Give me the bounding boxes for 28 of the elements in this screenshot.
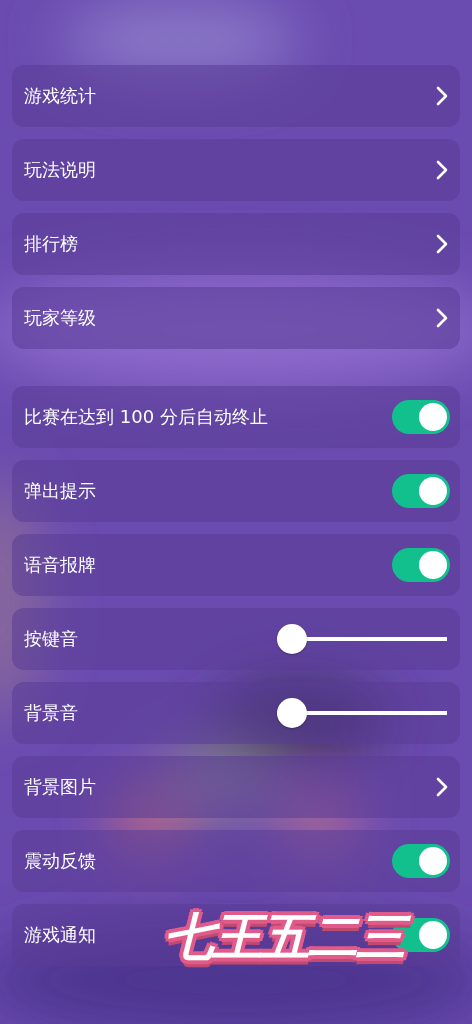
row-label: 玩家等级 <box>24 306 96 330</box>
settings-row[interactable]: 背景图片 <box>12 756 460 818</box>
chevron-right-icon[interactable] <box>436 777 448 797</box>
settings-row[interactable]: 玩家等级 <box>12 287 460 349</box>
toggle-switch[interactable] <box>392 400 450 434</box>
settings-row[interactable]: 排行榜 <box>12 213 460 275</box>
toggle-switch[interactable] <box>392 474 450 508</box>
row-label: 游戏统计 <box>24 84 96 108</box>
row-label: 震动反馈 <box>24 849 96 873</box>
row-label: 语音报牌 <box>24 553 96 577</box>
row-label: 按键音 <box>24 627 78 651</box>
row-label: 背景图片 <box>24 775 96 799</box>
settings-row[interactable]: 游戏统计 <box>12 65 460 127</box>
row-label: 弹出提示 <box>24 479 96 503</box>
row-label: 排行榜 <box>24 232 78 256</box>
chevron-right-icon[interactable] <box>436 160 448 180</box>
toggle-switch[interactable] <box>392 548 450 582</box>
settings-row[interactable]: 玩法说明 <box>12 139 460 201</box>
chevron-right-icon[interactable] <box>436 308 448 328</box>
slider-thumb[interactable] <box>277 698 307 728</box>
row-label: 比赛在达到 100 分后自动终止 <box>24 405 268 429</box>
slider-thumb[interactable] <box>277 624 307 654</box>
chevron-right-icon[interactable] <box>436 86 448 106</box>
toggle-switch[interactable] <box>392 844 450 878</box>
row-label: 游戏通知 <box>24 923 96 947</box>
row-label: 背景音 <box>24 701 78 725</box>
row-label: 玩法说明 <box>24 158 96 182</box>
chevron-right-icon[interactable] <box>436 234 448 254</box>
